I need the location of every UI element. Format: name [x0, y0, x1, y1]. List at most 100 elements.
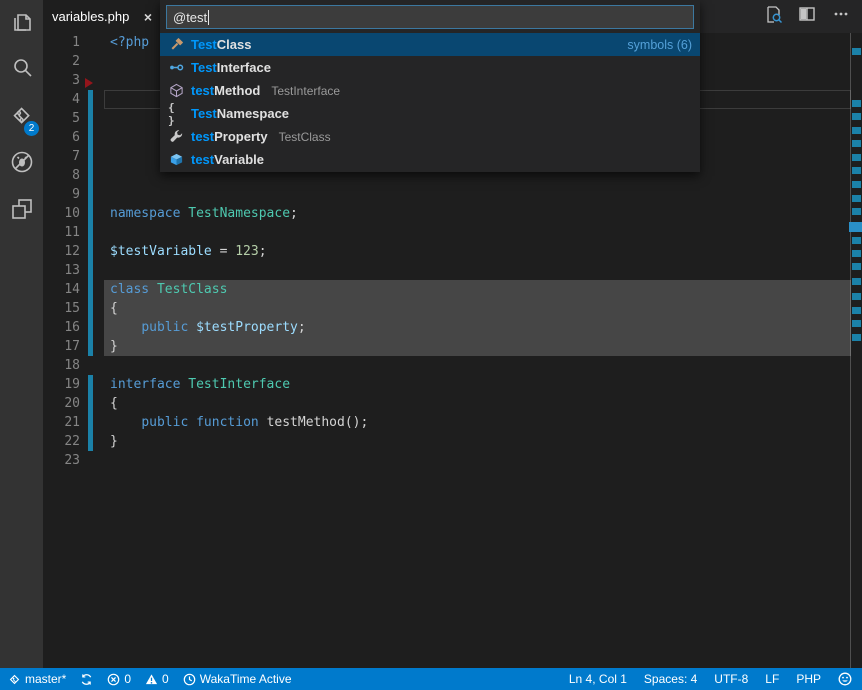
- ellipsis-icon: [832, 5, 850, 28]
- status-encoding[interactable]: UTF-8: [714, 672, 748, 686]
- code-line-17[interactable]: }: [110, 337, 118, 356]
- line-number[interactable]: 6: [72, 128, 80, 147]
- method-symbol-icon: [168, 83, 184, 99]
- code-line-19[interactable]: interface TestInterface: [110, 375, 290, 394]
- overview-ruler-mark[interactable]: [849, 222, 862, 232]
- line-number[interactable]: 19: [64, 375, 80, 394]
- activity-item-source-control[interactable]: 2: [0, 94, 43, 141]
- line-number[interactable]: 4: [72, 90, 80, 109]
- more-actions-button[interactable]: [828, 4, 854, 30]
- code-line-22[interactable]: }: [110, 432, 118, 451]
- code-line-1[interactable]: <?php: [110, 33, 149, 52]
- line-number[interactable]: 23: [64, 451, 80, 470]
- status-language-mode[interactable]: PHP: [796, 672, 821, 686]
- overview-ruler-mark[interactable]: [852, 100, 861, 107]
- line-number[interactable]: 7: [72, 147, 80, 166]
- namespace-symbol-icon: { }: [168, 106, 184, 122]
- overview-ruler-mark[interactable]: [852, 113, 861, 120]
- status-wakatime[interactable]: WakaTime Active: [183, 672, 292, 686]
- line-number[interactable]: 10: [64, 204, 80, 223]
- line-number[interactable]: 8: [72, 166, 80, 185]
- status-errors[interactable]: 0: [107, 672, 131, 686]
- class-symbol-icon: [168, 37, 184, 53]
- symbol-result-testvariable[interactable]: testVariable: [160, 148, 700, 171]
- overview-ruler-mark[interactable]: [852, 293, 861, 300]
- status-indentation[interactable]: Spaces: 4: [644, 672, 697, 686]
- warning-icon: [145, 673, 158, 686]
- line-number[interactable]: 14: [64, 280, 80, 299]
- line-number[interactable]: 11: [64, 223, 80, 242]
- overview-ruler-mark[interactable]: [852, 208, 861, 215]
- scm-changes-badge: 2: [24, 121, 39, 136]
- overview-ruler-mark[interactable]: [852, 154, 861, 161]
- activity-item-search[interactable]: [0, 47, 43, 94]
- split-editor-button[interactable]: [794, 4, 820, 30]
- code-line-14[interactable]: class TestClass: [110, 280, 227, 299]
- quick-open-input[interactable]: @test: [166, 5, 694, 29]
- line-number[interactable]: 3: [72, 71, 80, 90]
- code-line-16[interactable]: public $testProperty;: [110, 318, 306, 337]
- overview-ruler-mark[interactable]: [852, 237, 861, 244]
- line-number[interactable]: 1: [72, 33, 80, 52]
- git-deleted-gutter-marker[interactable]: [85, 78, 93, 88]
- activity-item-explorer[interactable]: [0, 0, 43, 47]
- extensions-icon: [9, 196, 35, 227]
- line-number[interactable]: 22: [64, 432, 80, 451]
- tab-variables-php[interactable]: variables.php ×: [43, 0, 161, 33]
- line-number[interactable]: 9: [72, 185, 80, 204]
- overview-ruler-mark[interactable]: [852, 48, 861, 55]
- symbol-result-testmethod[interactable]: testMethodTestInterface: [160, 79, 700, 102]
- status-cursor-position-label: Ln 4, Col 1: [569, 672, 627, 686]
- overview-ruler-mark[interactable]: [852, 320, 861, 327]
- sync-icon: [80, 673, 93, 686]
- symbol-result-testnamespace[interactable]: { }TestNamespace: [160, 102, 700, 125]
- activity-item-extensions[interactable]: [0, 188, 43, 235]
- status-cursor-position[interactable]: Ln 4, Col 1: [569, 672, 627, 686]
- overview-ruler-mark[interactable]: [852, 278, 861, 285]
- token-kw: public: [141, 320, 188, 335]
- overview-ruler-mark[interactable]: [852, 140, 861, 147]
- git-branch-icon: [8, 673, 21, 686]
- symbol-result-testclass[interactable]: TestClasssymbols (6): [160, 33, 700, 56]
- status-warnings[interactable]: 0: [145, 672, 169, 686]
- code-line-15[interactable]: {: [110, 299, 118, 318]
- status-language-mode-label: PHP: [796, 672, 821, 686]
- line-number[interactable]: 17: [64, 337, 80, 356]
- open-preview-button[interactable]: [760, 4, 786, 30]
- symbol-result-testinterface[interactable]: TestInterface: [160, 56, 700, 79]
- status-eol[interactable]: LF: [765, 672, 779, 686]
- overview-ruler-mark[interactable]: [852, 250, 861, 257]
- status-bar-right: Ln 4, Col 1 Spaces: 4 UTF-8 LF PHP: [569, 672, 862, 686]
- symbol-result-testproperty[interactable]: testPropertyTestClass: [160, 125, 700, 148]
- line-number[interactable]: 15: [64, 299, 80, 318]
- files-icon: [9, 8, 35, 39]
- symbol-label: TestClass: [191, 37, 251, 52]
- overview-ruler-mark[interactable]: [852, 334, 861, 341]
- overview-ruler-mark[interactable]: [852, 195, 861, 202]
- status-feedback[interactable]: [838, 672, 852, 686]
- line-number[interactable]: 18: [64, 356, 80, 375]
- activity-item-debug[interactable]: [0, 141, 43, 188]
- close-icon[interactable]: ×: [144, 9, 152, 25]
- status-git-branch[interactable]: master*: [8, 672, 66, 686]
- code-line-21[interactable]: public function testMethod();: [110, 413, 368, 432]
- overview-ruler-mark[interactable]: [852, 263, 861, 270]
- overview-ruler-mark[interactable]: [852, 167, 861, 174]
- code-line-12[interactable]: $testVariable = 123;: [110, 242, 267, 261]
- line-number[interactable]: 20: [64, 394, 80, 413]
- token-var: $testProperty: [196, 320, 298, 335]
- line-number[interactable]: 2: [72, 52, 80, 71]
- code-line-10[interactable]: namespace TestNamespace;: [110, 204, 298, 223]
- code-line-20[interactable]: {: [110, 394, 118, 413]
- line-number[interactable]: 5: [72, 109, 80, 128]
- overview-ruler-mark[interactable]: [852, 181, 861, 188]
- status-sync[interactable]: [80, 673, 93, 686]
- line-number[interactable]: 12: [64, 242, 80, 261]
- git-modified-gutter-bar[interactable]: [88, 90, 93, 356]
- overview-ruler-mark[interactable]: [852, 307, 861, 314]
- line-number[interactable]: 13: [64, 261, 80, 280]
- line-number[interactable]: 21: [64, 413, 80, 432]
- overview-ruler-mark[interactable]: [852, 127, 861, 134]
- git-modified-gutter-bar[interactable]: [88, 375, 93, 451]
- line-number[interactable]: 16: [64, 318, 80, 337]
